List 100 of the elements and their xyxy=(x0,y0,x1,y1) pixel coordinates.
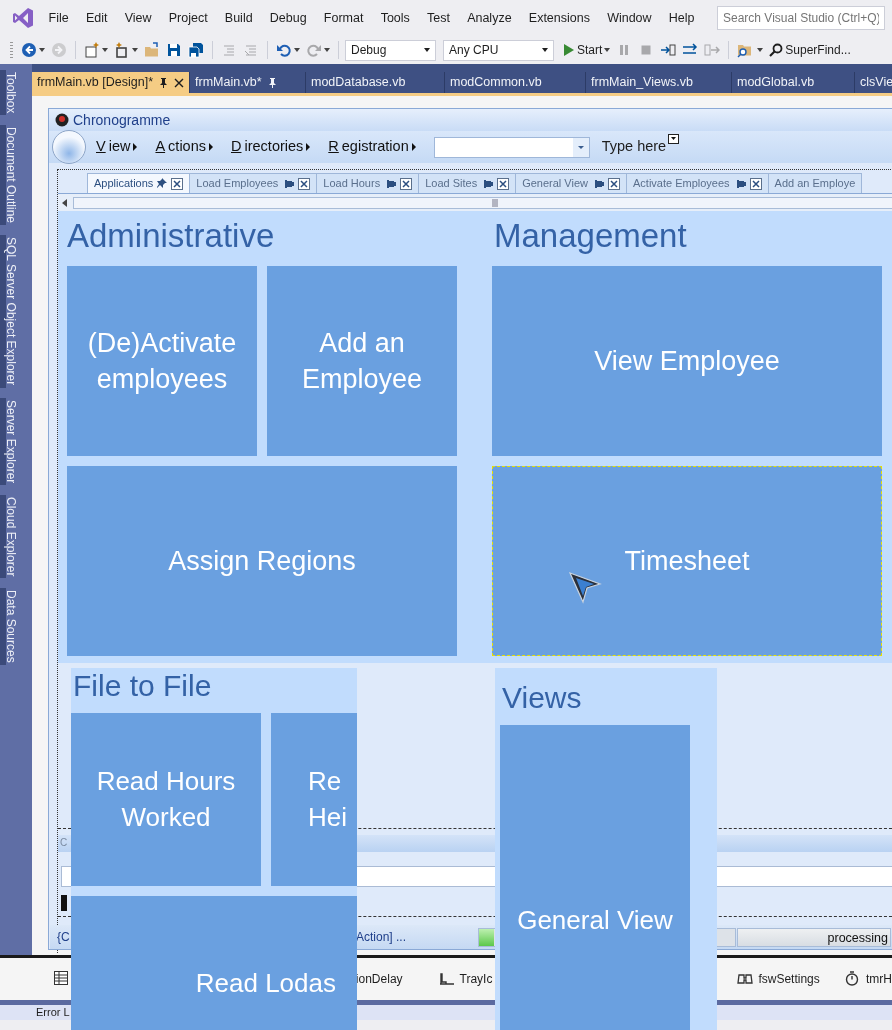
side-panel-tab[interactable]: Server Explorer xyxy=(0,397,24,486)
menu-item[interactable]: Format xyxy=(315,8,373,28)
dropdown-caret-icon[interactable] xyxy=(294,48,300,52)
side-panel-tab[interactable]: Cloud Explorer xyxy=(0,495,24,579)
form-tab[interactable]: General View xyxy=(515,173,627,193)
form-tab[interactable]: Load Employees xyxy=(189,173,318,193)
component-label[interactable]: fswSettings xyxy=(758,970,820,988)
dropdown-caret-icon[interactable] xyxy=(132,48,138,52)
pin-icon[interactable] xyxy=(157,178,168,189)
tab-close-button[interactable] xyxy=(298,177,311,190)
close-icon[interactable] xyxy=(174,77,184,88)
dropdown-caret-icon[interactable] xyxy=(604,48,611,52)
form-menu-item[interactable]: Actions xyxy=(155,136,213,158)
close-icon xyxy=(751,179,760,188)
document-tab[interactable]: frmMain.vb [Design]* xyxy=(32,72,190,93)
menu-item[interactable]: File xyxy=(40,8,78,28)
tab-close-button[interactable] xyxy=(400,177,413,190)
unpinned-icon[interactable] xyxy=(384,179,397,188)
grid-icon[interactable] xyxy=(54,971,70,987)
dropdown-caret-icon[interactable] xyxy=(39,48,45,52)
scrollbar-thumb[interactable] xyxy=(73,196,892,209)
configuration-dropdown[interactable]: Debug xyxy=(345,39,436,61)
tab-close-button[interactable] xyxy=(171,177,184,190)
form-tab[interactable]: Add an Employe xyxy=(767,173,863,193)
tab-close-button[interactable] xyxy=(749,177,762,190)
side-panel-tab[interactable]: Data Sources xyxy=(0,588,24,666)
stopwatch-icon[interactable] xyxy=(845,971,861,987)
platform-dropdown[interactable]: Any CPU xyxy=(443,39,554,61)
menu-item[interactable]: Extensions xyxy=(520,8,599,28)
close-icon xyxy=(499,179,508,188)
binoculars-icon[interactable] xyxy=(737,971,754,987)
color-swatch xyxy=(61,895,67,911)
side-panel-tab[interactable]: SQL Server Object Explorer xyxy=(0,235,24,388)
panel-tab[interactable]: Error L xyxy=(36,1005,70,1020)
submenu-arrow-icon xyxy=(209,143,213,151)
menu-item[interactable]: Tools xyxy=(372,8,419,28)
add-item-icon[interactable] xyxy=(114,42,130,58)
component-label[interactable]: TrayIc xyxy=(459,970,493,988)
status-text: Action] ... xyxy=(356,929,408,946)
section-heading: File to File xyxy=(73,668,213,704)
app-icon xyxy=(55,113,69,127)
submenu-arrow-icon xyxy=(411,143,416,151)
component-label[interactable]: tmrH xyxy=(866,970,892,988)
close-icon xyxy=(402,179,411,188)
search-icon xyxy=(769,43,784,57)
component-label[interactable]: ionDelay xyxy=(355,970,403,988)
status-text: processing xyxy=(737,927,891,947)
pin-icon[interactable] xyxy=(159,77,168,88)
submenu-arrow-icon xyxy=(133,143,138,151)
menu-item[interactable]: Window xyxy=(598,8,661,28)
unpinned-icon[interactable] xyxy=(282,179,295,188)
tab-close-button[interactable] xyxy=(497,177,510,190)
step-into-icon[interactable] xyxy=(660,42,677,58)
superfind-button[interactable]: SuperFind... xyxy=(767,39,853,61)
dropdown-caret-icon[interactable] xyxy=(424,48,430,52)
submenu-arrow-icon xyxy=(306,143,311,151)
tray-icon[interactable] xyxy=(438,971,455,987)
side-panel-tab[interactable]: Toolbox xyxy=(0,70,24,116)
pin-icon[interactable] xyxy=(267,77,277,88)
unpinned-icon[interactable] xyxy=(592,179,604,188)
side-panel-tab[interactable]: Document Outline xyxy=(0,125,24,226)
open-folder-icon[interactable] xyxy=(144,42,160,58)
type-here-label: Type here xyxy=(601,137,667,157)
section-heading: Management xyxy=(494,216,688,256)
section-heading: Administrative xyxy=(67,216,276,256)
visual-studio-logo xyxy=(12,7,34,29)
unpinned-icon[interactable] xyxy=(481,179,494,188)
section-heading: Views xyxy=(502,680,583,716)
dropdown-caret-icon[interactable] xyxy=(102,48,108,52)
form-tab[interactable]: Load Hours xyxy=(316,173,420,193)
menu-item[interactable]: View xyxy=(116,8,161,28)
form-tab[interactable]: Activate Employees xyxy=(626,173,769,193)
search-field[interactable]: Search Visual Studio (Ctrl+Q) xyxy=(717,6,885,30)
scroll-left-icon[interactable] xyxy=(62,198,67,207)
close-icon xyxy=(300,179,309,188)
menu-item[interactable]: Debug xyxy=(261,8,316,28)
dropdown-caret-icon[interactable] xyxy=(542,48,548,52)
save-icon[interactable] xyxy=(166,42,182,58)
form-tab[interactable]: Load Sites xyxy=(418,173,517,193)
start-button[interactable]: Start xyxy=(561,39,613,61)
menu-item[interactable]: Analyze xyxy=(458,8,521,28)
menu-item[interactable]: Build xyxy=(216,8,262,28)
save-all-icon[interactable] xyxy=(188,42,204,58)
grip-icon xyxy=(492,198,498,207)
form-menu-item[interactable]: View xyxy=(96,136,138,158)
form-title: Chronogramme xyxy=(73,110,171,130)
mouse-pointer-icon xyxy=(568,570,602,604)
status-text: {C xyxy=(56,929,71,946)
close-icon xyxy=(610,179,618,188)
undo-icon[interactable] xyxy=(276,42,292,58)
menu-item[interactable]: Help xyxy=(660,8,704,28)
type-here-dropdown-icon[interactable] xyxy=(668,134,680,144)
back-icon[interactable] xyxy=(21,42,37,58)
menu-item[interactable]: Project xyxy=(160,8,217,28)
dropdown-caret-icon[interactable] xyxy=(757,48,764,52)
form-tab[interactable]: Applications xyxy=(87,173,191,193)
menu-item[interactable]: Test xyxy=(418,8,459,28)
tab-close-button[interactable] xyxy=(608,177,620,190)
menu-item[interactable]: Edit xyxy=(77,8,117,28)
play-icon xyxy=(563,43,575,57)
